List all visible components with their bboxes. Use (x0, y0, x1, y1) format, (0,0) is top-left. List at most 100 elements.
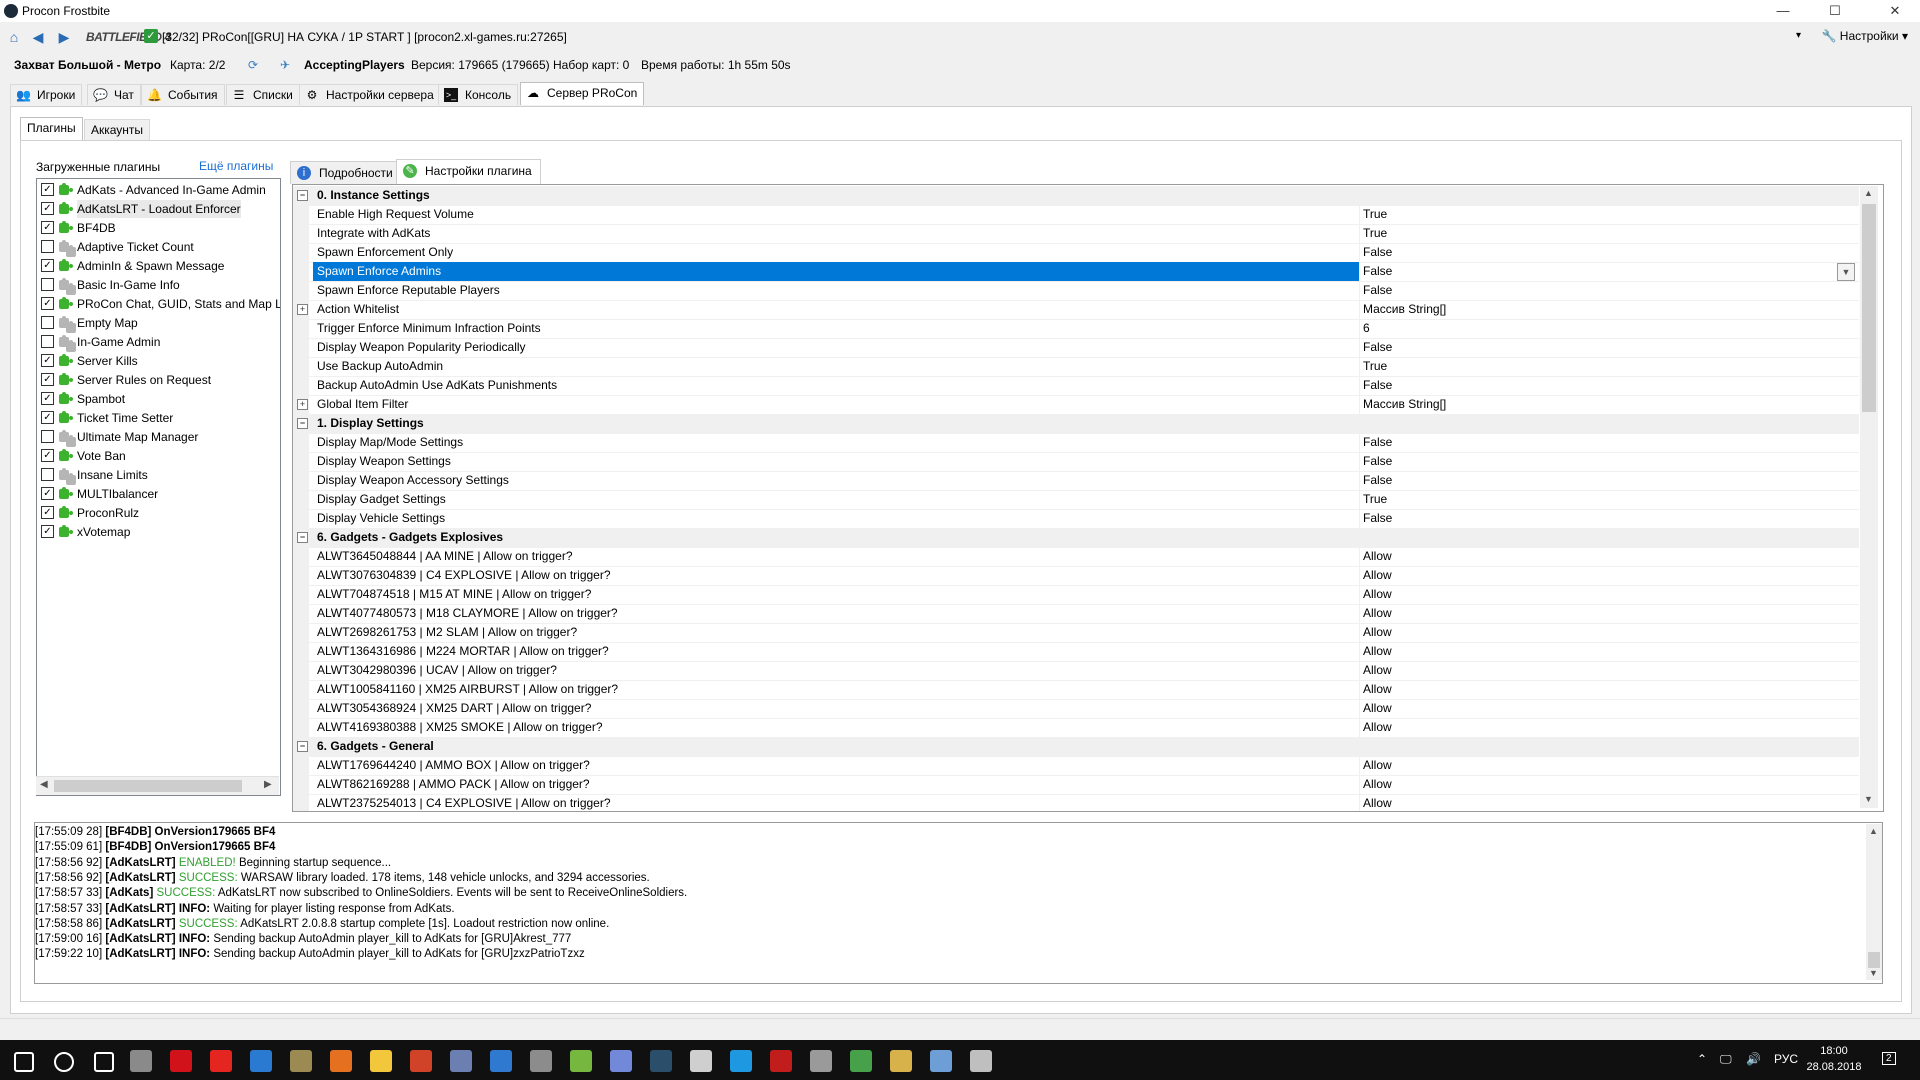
app-icon[interactable] (850, 1050, 872, 1072)
refresh-icon[interactable]: ⟳ (248, 58, 258, 72)
settings-row[interactable]: ALWT3076304839 | C4 EXPLOSIVE | Allow on… (293, 566, 1859, 586)
language-indicator[interactable]: РУС (1774, 1052, 1798, 1066)
app-icon[interactable] (690, 1050, 712, 1072)
plugin-enabled-checkbox[interactable] (41, 335, 54, 348)
settings-row[interactable]: Trigger Enforce Minimum Infraction Point… (293, 319, 1859, 339)
settings-row[interactable]: ALWT1005841160 | XM25 AIRBURST | Allow o… (293, 680, 1859, 700)
setting-value[interactable]: Allow (1359, 566, 1392, 585)
plugin-enabled-checkbox[interactable] (41, 430, 54, 443)
app-icon[interactable] (330, 1050, 352, 1072)
setting-value[interactable]: Allow (1359, 642, 1392, 661)
setting-value[interactable]: False (1359, 262, 1392, 281)
app-icon[interactable] (290, 1050, 312, 1072)
app-icon[interactable] (130, 1050, 152, 1072)
plugin-enabled-checkbox[interactable]: ✓ (41, 297, 54, 310)
plugin-enabled-checkbox[interactable] (41, 316, 54, 329)
setting-value[interactable]: Allow (1359, 794, 1392, 811)
setting-value[interactable]: Allow (1359, 775, 1392, 794)
settings-row[interactable]: ALWT3645048844 | AA MINE | Allow on trig… (293, 547, 1859, 567)
settings-row[interactable]: ALWT1769644240 | AMMO BOX | Allow on tri… (293, 756, 1859, 776)
utorrent-icon[interactable] (570, 1050, 592, 1072)
discord-icon[interactable] (610, 1050, 632, 1072)
scroll-up-icon[interactable]: ▲ (1869, 826, 1878, 836)
app-icon[interactable] (890, 1050, 912, 1072)
plugin-enabled-checkbox[interactable]: ✓ (41, 202, 54, 215)
tab-events[interactable]: 🔔 События (141, 84, 225, 105)
plugin-enabled-checkbox[interactable]: ✓ (41, 411, 54, 424)
settings-row[interactable]: Use Backup AutoAdmin True (293, 357, 1859, 377)
setting-value[interactable]: False (1359, 471, 1392, 490)
scroll-down-icon[interactable]: ▼ (1864, 794, 1873, 804)
settings-row[interactable]: ALWT3054368924 | XM25 DART | Allow on tr… (293, 699, 1859, 719)
settings-row[interactable]: ALWT704874518 | M15 AT MINE | Allow on t… (293, 585, 1859, 605)
settings-row[interactable]: Spawn Enforce Admins False ▼ (293, 262, 1859, 282)
settings-row[interactable]: ALWT862169288 | AMMO PACK | Allow on tri… (293, 775, 1859, 795)
setting-value[interactable]: False (1359, 281, 1392, 300)
scroll-up-icon[interactable]: ▲ (1864, 188, 1873, 198)
settings-row[interactable]: Integrate with AdKats True (293, 224, 1859, 244)
scroll-right-icon[interactable]: ▶ (264, 779, 272, 790)
setting-value[interactable]: Allow (1359, 661, 1392, 680)
scroll-down-icon[interactable]: ▼ (1869, 968, 1878, 978)
tab-plugin-settings[interactable]: ✎ Настройки плагина (396, 159, 541, 184)
tray-chevron-icon[interactable]: ⌃ (1697, 1052, 1707, 1066)
tab-lists[interactable]: ☰ Списки (226, 84, 300, 105)
volume-icon[interactable]: 🔊 (1746, 1052, 1761, 1066)
settings-category[interactable]: −6. Gadgets - General (293, 737, 1859, 757)
settings-row[interactable]: ALWT2698261753 | M2 SLAM | Allow on trig… (293, 623, 1859, 643)
tab-console[interactable]: >_ Консоль (438, 84, 519, 105)
tab-server-settings[interactable]: ⚙ Настройки сервера (299, 84, 441, 105)
app-icon[interactable] (450, 1050, 472, 1072)
settings-row[interactable]: Display Weapon Accessory Settings False (293, 471, 1859, 491)
tab-chat[interactable]: 💬 Чат (87, 84, 141, 105)
settings-row[interactable]: Spawn Enforce Reputable Players False (293, 281, 1859, 301)
settings-row[interactable]: Display Gadget Settings True (293, 490, 1859, 510)
settings-button[interactable]: 🔧 Настройки ▾ (1821, 29, 1908, 43)
plugin-settings-grid[interactable]: −0. Instance Settings Enable High Request… (292, 184, 1884, 812)
plugin-enabled-checkbox[interactable]: ✓ (41, 487, 54, 500)
setting-value[interactable]: Allow (1359, 680, 1392, 699)
more-plugins-link[interactable]: Ещё плагины (199, 159, 273, 173)
search-icon[interactable] (54, 1052, 74, 1072)
plugin-enabled-checkbox[interactable] (41, 240, 54, 253)
app-icon[interactable] (490, 1050, 512, 1072)
tab-plugins[interactable]: Плагины (20, 117, 83, 140)
tab-accounts[interactable]: Аккаунты (84, 119, 151, 140)
yandex-icon[interactable] (210, 1050, 232, 1072)
gamepad-icon[interactable] (810, 1050, 832, 1072)
minimize-button[interactable]: — (1760, 0, 1806, 22)
settings-category[interactable]: −6. Gadgets - Gadgets Explosives (293, 528, 1859, 548)
setting-value[interactable]: False (1359, 338, 1392, 357)
setting-value[interactable]: Allow (1359, 718, 1392, 737)
settings-row[interactable]: + Global Item Filter Массив String[] (293, 395, 1859, 415)
setting-value[interactable]: Allow (1359, 699, 1392, 718)
grid-vertical-scrollbar[interactable]: ▲ ▼ (1860, 186, 1878, 808)
settings-row[interactable]: ALWT4169380388 | XM25 SMOKE | Allow on t… (293, 718, 1859, 738)
explorer-icon[interactable] (370, 1050, 392, 1072)
settings-row[interactable]: Backup AutoAdmin Use AdKats Punishments F… (293, 376, 1859, 396)
collapse-icon[interactable]: − (297, 190, 308, 201)
setting-value[interactable]: Allow (1359, 547, 1392, 566)
plugin-enabled-checkbox[interactable] (41, 468, 54, 481)
setting-value[interactable]: Массив String[] (1359, 300, 1446, 319)
setting-value[interactable]: True (1359, 205, 1387, 224)
settings-row[interactable]: Display Weapon Popularity Periodically Fa… (293, 338, 1859, 358)
app-icon[interactable] (770, 1050, 792, 1072)
opera-icon[interactable] (170, 1050, 192, 1072)
plugin-enabled-checkbox[interactable]: ✓ (41, 259, 54, 272)
settings-row[interactable]: Display Weapon Settings False (293, 452, 1859, 472)
scroll-left-icon[interactable]: ◀ (40, 779, 48, 790)
settings-row[interactable]: Enable High Request Volume True (293, 205, 1859, 225)
app-icon[interactable] (930, 1050, 952, 1072)
tab-procon-server[interactable]: ☁ Сервер PRoCon (520, 82, 645, 105)
notifications-icon[interactable]: 2 (1882, 1052, 1896, 1065)
settings-row[interactable]: ALWT1364316986 | M224 MORTAR | Allow on … (293, 642, 1859, 662)
expand-icon[interactable]: + (297, 399, 308, 410)
plugin-enabled-checkbox[interactable]: ✓ (41, 183, 54, 196)
setting-value[interactable]: False (1359, 376, 1392, 395)
clock-date[interactable]: 28.08.2018 (1804, 1061, 1864, 1073)
setting-value[interactable]: True (1359, 357, 1387, 376)
network-icon[interactable]: 🖵 (1720, 1052, 1732, 1067)
setting-value[interactable]: 6 (1359, 319, 1370, 338)
procon-icon[interactable] (650, 1050, 672, 1072)
